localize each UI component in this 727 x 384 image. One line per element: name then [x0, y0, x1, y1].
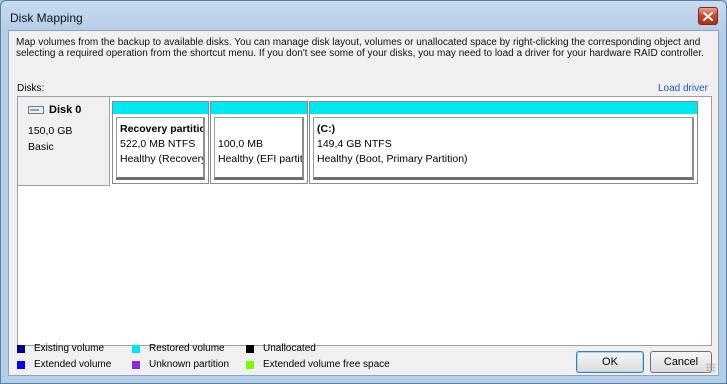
partition-status: Healthy (Boot, Primary Partition) [317, 153, 468, 165]
disk-name-row: Disk 0 [28, 104, 81, 116]
disks-label: Disks: [17, 83, 45, 94]
partition-c-drive[interactable]: (C:) 149,4 GB NTFS Healthy (Boot, Primar… [309, 101, 698, 184]
dialog-body: Map volumes from the backup to available… [8, 30, 719, 376]
partition-efi[interactable]: 100,0 MB Healthy (EFI partition) [210, 101, 308, 184]
disk-type: Basic [28, 141, 54, 153]
legend-item-existing-volume: Existing volume [17, 341, 120, 357]
partition-size: 149,4 GB NTFS [317, 138, 392, 150]
disk-drive-icon [28, 106, 44, 114]
legend-label: Extended volume free space [263, 359, 390, 370]
partition-details: 100,0 MB Healthy (EFI partition) [214, 117, 304, 180]
partition-details: Recovery partition 522,0 MB NTFS Healthy… [116, 117, 205, 180]
partition-color-bar [113, 102, 208, 114]
legend-swatch [246, 361, 254, 369]
legend-item-extended-volume: Extended volume [17, 357, 120, 373]
legend-label: Extended volume [34, 359, 112, 370]
legend-swatch [132, 345, 140, 353]
partition-recovery[interactable]: Recovery partition 522,0 MB NTFS Healthy… [112, 101, 209, 184]
partition-size: 522,0 MB NTFS [120, 138, 196, 150]
legend-item-restored-volume: Restored volume [132, 341, 234, 357]
disk-name: Disk 0 [49, 104, 82, 116]
disk-info[interactable]: Disk 0 150,0 GB Basic [18, 97, 110, 186]
close-button[interactable] [698, 7, 718, 25]
legend-item-unknown-partition: Unknown partition [132, 357, 234, 373]
legend-label: Unallocated [263, 343, 316, 354]
partition-size: 100,0 MB [218, 138, 263, 150]
legend-item-unallocated: Unallocated [246, 341, 316, 357]
legend-swatch [246, 345, 254, 353]
partition-status: Healthy (Recovery Partition) [120, 153, 205, 165]
partition-status: Healthy (EFI partition) [218, 153, 303, 165]
title-bar: Disk Mapping [1, 1, 726, 31]
legend: Existing volume Restored volume Unalloca… [17, 341, 402, 373]
load-driver-link[interactable]: Load driver [658, 83, 708, 94]
partition-details: (C:) 149,4 GB NTFS Healthy (Boot, Primar… [313, 117, 694, 180]
disk-mapping-window: Disk Mapping Map volumes from the backup… [0, 0, 727, 384]
legend-swatch [17, 345, 25, 353]
legend-row: Extended volume Unknown partition Extend… [17, 357, 402, 373]
ok-button[interactable]: OK [576, 351, 644, 373]
window-title: Disk Mapping [10, 11, 83, 25]
partition-color-bar [310, 102, 697, 114]
close-icon [703, 11, 713, 21]
legend-label: Existing volume [34, 343, 105, 354]
partition-name: Recovery partition [120, 123, 205, 135]
resize-grip[interactable] [706, 363, 716, 373]
legend-item-extended-free-space: Extended volume free space [246, 357, 390, 373]
description-text: Map volumes from the backup to available… [16, 37, 704, 59]
partition-color-bar [211, 102, 307, 114]
legend-swatch [132, 361, 140, 369]
cancel-button[interactable]: Cancel [650, 351, 712, 373]
disk-layout-panel[interactable]: Disk 0 150,0 GB Basic Recovery partition… [17, 96, 712, 346]
partition-name: (C:) [317, 123, 336, 135]
legend-label: Restored volume [149, 343, 225, 354]
legend-row: Existing volume Restored volume Unalloca… [17, 341, 402, 357]
partition-strip: Recovery partition 522,0 MB NTFS Healthy… [112, 101, 698, 184]
legend-swatch [17, 361, 25, 369]
legend-label: Unknown partition [149, 359, 230, 370]
disk-size: 150,0 GB [28, 125, 73, 137]
